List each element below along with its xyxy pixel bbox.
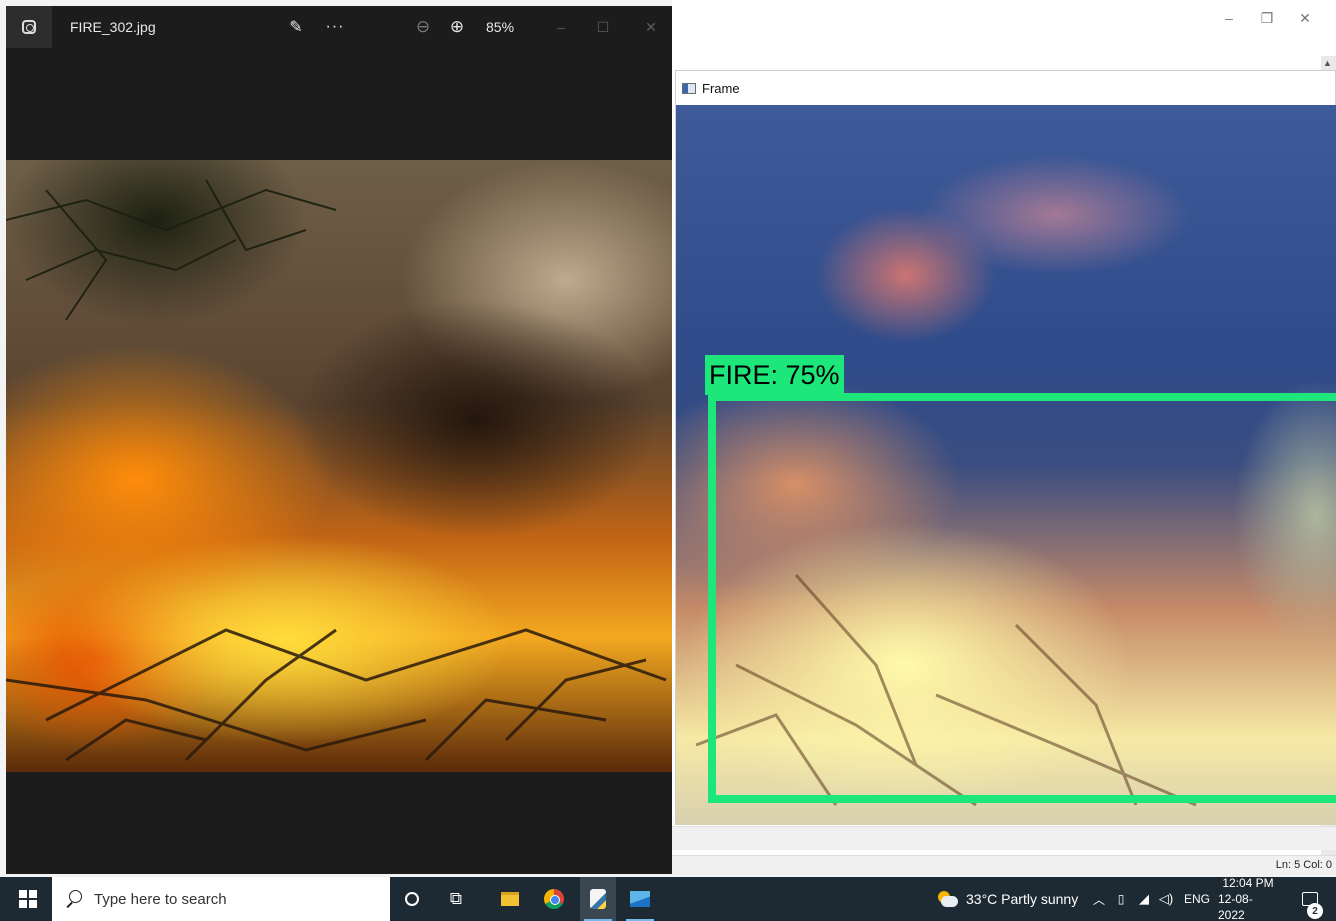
scroll-up-arrow-icon[interactable]: ▲	[1323, 58, 1332, 68]
photos-viewer-window: FIRE_302.jpg ✎ ··· ⊖ ⊕ 85% – ☐ ✕	[6, 6, 672, 874]
show-hidden-icons-chevron-icon[interactable]: ︿	[1090, 877, 1108, 921]
ellipsis-icon[interactable]: ···	[320, 6, 350, 48]
search-icon	[64, 890, 82, 908]
outer-close-button[interactable]: ✕	[1290, 6, 1320, 30]
cortana-icon[interactable]	[394, 877, 430, 921]
start-button[interactable]	[8, 877, 48, 921]
cursor-position: Ln: 5 Col: 0	[1275, 859, 1332, 871]
task-view-icon[interactable]: ⧉	[438, 877, 474, 921]
weather-text: 33°C Partly sunny	[966, 891, 1079, 907]
edit-image-icon[interactable]: ✎	[282, 6, 310, 48]
detection-bounding-box	[708, 393, 1336, 803]
notification-count-badge: 2	[1307, 903, 1323, 919]
weather-widget[interactable]: 33°C Partly sunny	[936, 877, 1078, 921]
photos-app-icon[interactable]	[6, 6, 52, 48]
frame-titlebar: Frame	[676, 71, 1335, 105]
partly-sunny-icon	[936, 891, 958, 907]
camera-frame: FIRE: 75%	[676, 105, 1336, 825]
window-icon	[682, 82, 696, 94]
frame-title: Frame	[702, 80, 740, 96]
close-button[interactable]: ✕	[636, 6, 666, 48]
maximize-button[interactable]: ☐	[588, 6, 618, 48]
fire-image	[6, 160, 672, 772]
volume-icon[interactable]: ◁)	[1156, 877, 1176, 921]
zoom-level-label: 85%	[486, 19, 515, 35]
photos-taskbar-icon[interactable]	[622, 877, 658, 921]
zoom-in-icon[interactable]: ⊕	[444, 6, 470, 48]
search-placeholder: Type here to search	[94, 890, 227, 908]
editor-status-bar: Ln: 5 Col: 0	[672, 855, 1336, 875]
taskbar-search-box[interactable]: Type here to search	[52, 877, 390, 921]
detection-label: FIRE: 75%	[705, 355, 844, 395]
network-icon[interactable]: ◢	[1134, 877, 1154, 921]
frame-window: Frame FIRE: 75%	[675, 70, 1336, 825]
desktop-screen: FIRE_302.jpg ✎ ··· ⊖ ⊕ 85% – ☐ ✕ – ❐ ✕ ▲…	[0, 0, 1336, 921]
clock-date: 12-08-2022	[1218, 892, 1253, 921]
input-language[interactable]: ENG	[1184, 877, 1210, 921]
outer-minimize-button[interactable]: –	[1214, 6, 1244, 30]
outer-restore-button[interactable]: ❐	[1252, 6, 1282, 30]
zoom-out-icon[interactable]: ⊖	[410, 6, 436, 48]
python-idle-icon[interactable]	[580, 877, 616, 921]
file-explorer-icon[interactable]	[492, 877, 528, 921]
battery-icon[interactable]: ▯	[1112, 877, 1130, 921]
file-name-label: FIRE_302.jpg	[70, 19, 156, 35]
chrome-icon[interactable]	[536, 877, 572, 921]
minimize-button[interactable]: –	[546, 6, 576, 48]
windows-logo-icon	[19, 890, 37, 908]
editor-area	[672, 826, 1336, 850]
taskbar: Type here to search ⧉ 33°C Partly sunny …	[0, 876, 1336, 921]
clock-time: 12:04 PM	[1222, 876, 1274, 890]
photos-titlebar: FIRE_302.jpg ✎ ··· ⊖ ⊕ 85% – ☐ ✕	[6, 6, 672, 48]
clock[interactable]: 12:04 PM 12-08-2022	[1218, 876, 1278, 921]
fire-image-branches	[6, 179, 667, 762]
